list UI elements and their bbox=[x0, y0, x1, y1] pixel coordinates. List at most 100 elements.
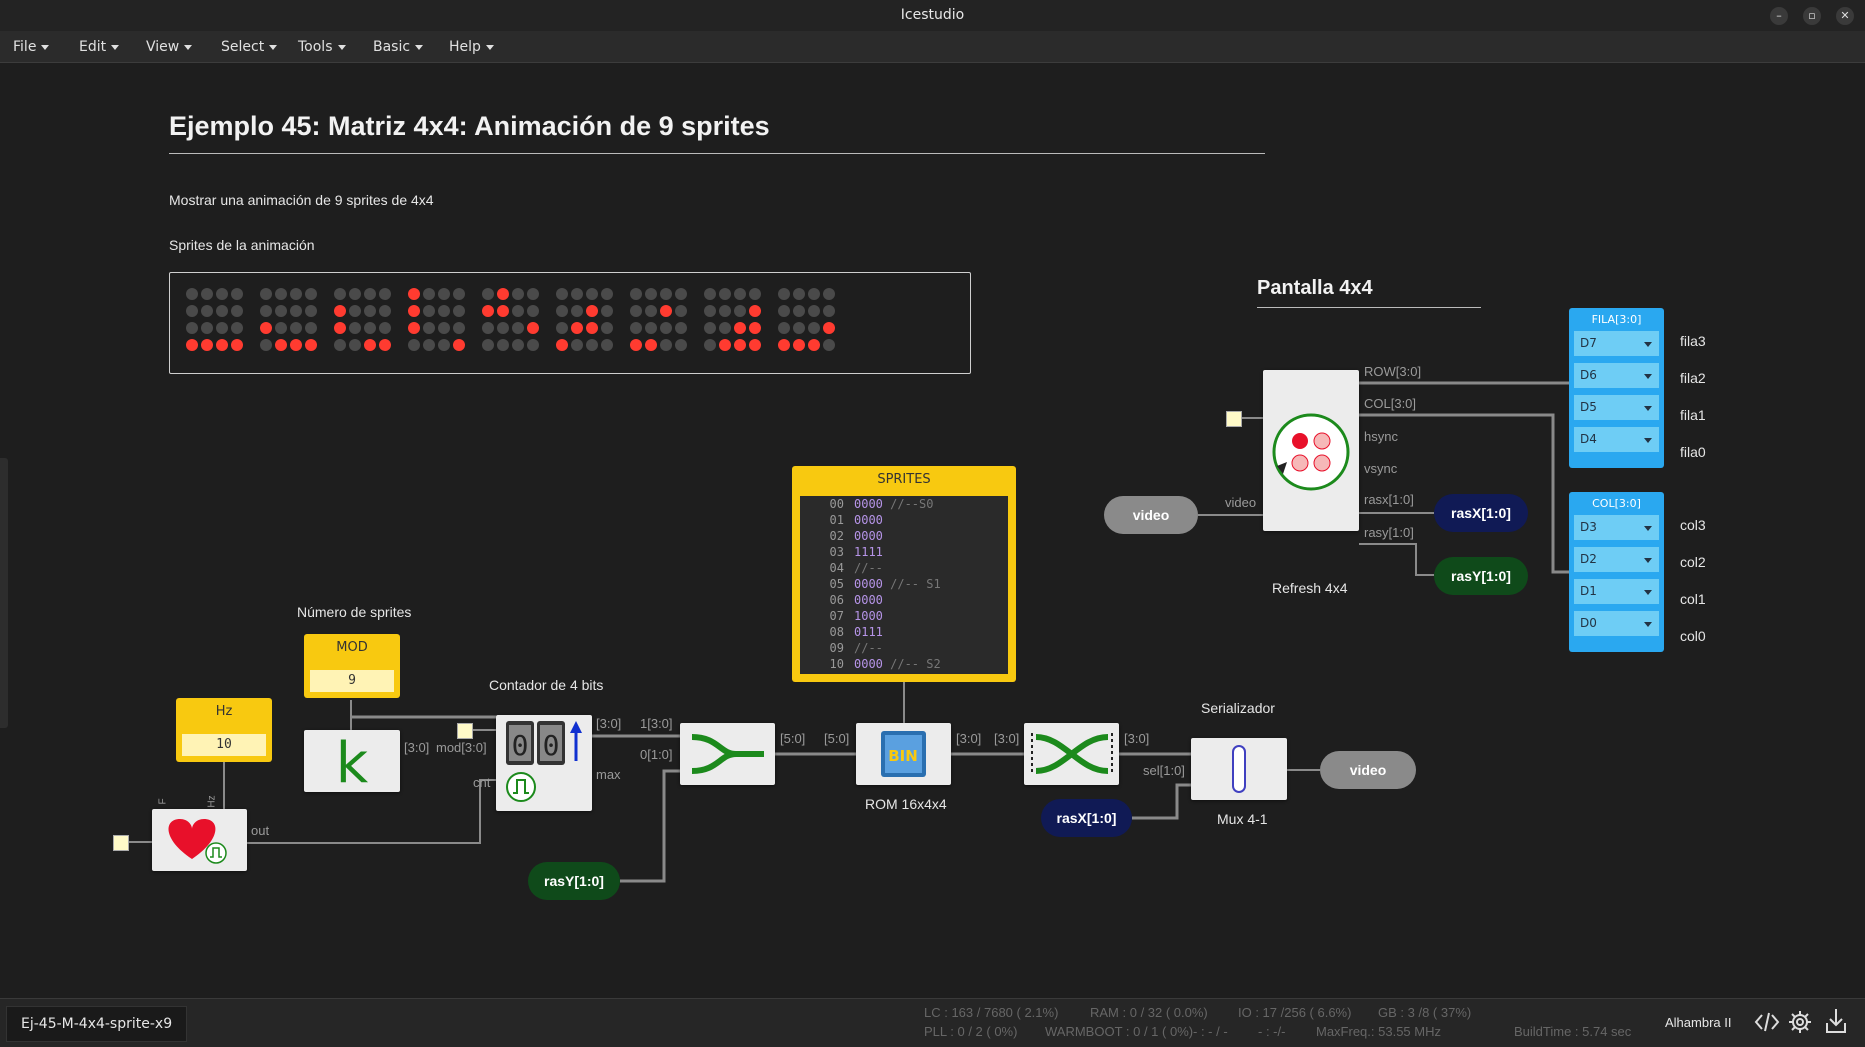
col-output-block[interactable]: COL[3:0] D3 D2 D1 D0 bbox=[1569, 492, 1664, 652]
sprite-3 bbox=[408, 288, 468, 358]
video-input-label[interactable]: video bbox=[1104, 496, 1198, 534]
fila-name-3: fila3 bbox=[1680, 333, 1706, 349]
rasy-output-label[interactable]: rasY[1:0] bbox=[1434, 557, 1528, 595]
mod-value[interactable]: 9 bbox=[310, 670, 394, 692]
refresh-input-pin[interactable] bbox=[1226, 411, 1242, 427]
memory-row: 05 0000 //-- S1 bbox=[829, 577, 941, 591]
upload-icon[interactable] bbox=[1824, 1007, 1848, 1035]
led bbox=[734, 322, 746, 334]
rasy-input-label[interactable]: rasY[1:0] bbox=[528, 862, 620, 900]
led bbox=[704, 288, 716, 300]
led bbox=[823, 339, 835, 351]
hz-value[interactable]: 10 bbox=[182, 734, 266, 756]
refresh-block[interactable] bbox=[1263, 370, 1359, 531]
led bbox=[749, 322, 761, 334]
menu-edit[interactable]: Edit bbox=[79, 39, 120, 55]
counter-input-pin[interactable] bbox=[457, 723, 473, 739]
led bbox=[601, 322, 613, 334]
maximize-icon[interactable]: ▫ bbox=[1803, 7, 1821, 25]
led bbox=[305, 339, 317, 351]
fila-output-block[interactable]: FILA[3:0] D7 D6 D5 D4 bbox=[1569, 308, 1664, 468]
heart-icon bbox=[168, 819, 227, 864]
memory-row: 10 0000 //-- S2 bbox=[829, 657, 941, 671]
heart-out-port: out bbox=[251, 823, 270, 838]
fila-pin-select-1[interactable]: D5 bbox=[1574, 395, 1659, 420]
minimize-icon[interactable]: – bbox=[1770, 7, 1788, 25]
led bbox=[231, 288, 243, 300]
led bbox=[778, 322, 790, 334]
bus-join-block[interactable] bbox=[680, 723, 775, 785]
led bbox=[216, 339, 228, 351]
led bbox=[808, 339, 820, 351]
col-pin-select-2[interactable]: D2 bbox=[1574, 547, 1659, 572]
col-pin-select-0[interactable]: D0 bbox=[1574, 611, 1659, 636]
join-out-port: [5:0] bbox=[780, 731, 806, 746]
screen-caption: Pantalla 4x4 bbox=[1257, 277, 1373, 299]
code-icon[interactable] bbox=[1754, 1011, 1780, 1033]
led bbox=[408, 322, 420, 334]
fila-pin-select-2[interactable]: D6 bbox=[1574, 363, 1659, 388]
led bbox=[231, 339, 243, 351]
mux-block[interactable] bbox=[1191, 738, 1287, 800]
menu-basic[interactable]: Basic bbox=[373, 39, 424, 55]
counter-out-port: [3:0] bbox=[596, 716, 622, 731]
led bbox=[749, 305, 761, 317]
rom-block[interactable]: BIN bbox=[856, 723, 951, 785]
file-tab[interactable]: Ej-45-M-4x4-sprite-x9 bbox=[6, 1006, 188, 1042]
memory-row: 02 0000 bbox=[829, 529, 883, 543]
led bbox=[675, 288, 687, 300]
led bbox=[512, 322, 524, 334]
counter-block[interactable]: 0 0 bbox=[496, 715, 592, 811]
status-pll: PLL : 0 / 2 ( 0%) bbox=[924, 1024, 1018, 1039]
board-name[interactable]: Alhambra II bbox=[1665, 1015, 1731, 1030]
led bbox=[808, 322, 820, 334]
rasx-input-label[interactable]: rasX[1:0] bbox=[1041, 799, 1132, 837]
hz-block[interactable]: Hz 10 bbox=[176, 698, 272, 762]
col-pin-select-3[interactable]: D3 bbox=[1574, 515, 1659, 540]
memory-row: 03 1111 bbox=[829, 545, 883, 559]
led bbox=[660, 305, 672, 317]
sprites-memory-block[interactable]: SPRITES 00 0000 //--S0 01 0000 02 0000 03 111… bbox=[792, 466, 1016, 682]
menu-select[interactable]: Select bbox=[221, 39, 278, 55]
clock-input-pin[interactable] bbox=[113, 835, 129, 851]
led bbox=[349, 288, 361, 300]
fila-pin-select-0[interactable]: D4 bbox=[1574, 427, 1659, 452]
led bbox=[482, 322, 494, 334]
constant-block[interactable]: k bbox=[304, 730, 400, 796]
menu-tools[interactable]: Tools bbox=[298, 39, 346, 55]
fila-name-1: fila1 bbox=[1680, 407, 1706, 423]
counter-cnt-port: cnt bbox=[473, 775, 491, 790]
led bbox=[334, 322, 346, 334]
close-icon[interactable]: ✕ bbox=[1836, 7, 1854, 25]
led bbox=[364, 305, 376, 317]
gear-icon[interactable] bbox=[1787, 1009, 1813, 1035]
menu-file[interactable]: File bbox=[13, 39, 50, 55]
rasx-output-label[interactable]: rasX[1:0] bbox=[1434, 494, 1528, 532]
bus-split-block[interactable] bbox=[1024, 723, 1119, 785]
led bbox=[438, 288, 450, 300]
design-canvas[interactable]: Ejemplo 45: Matriz 4x4: Animación de 9 s… bbox=[0, 63, 1865, 998]
refresh-caption: Refresh 4x4 bbox=[1272, 580, 1348, 596]
memory-row: 01 0000 bbox=[829, 513, 883, 527]
led bbox=[231, 322, 243, 334]
video-output-label[interactable]: video bbox=[1320, 751, 1416, 789]
memory-row: 06 0000 bbox=[829, 593, 883, 607]
sprite-7 bbox=[704, 288, 764, 358]
led bbox=[719, 322, 731, 334]
menu-view[interactable]: View bbox=[146, 39, 193, 55]
mod-caption: Número de sprites bbox=[297, 604, 412, 620]
sprites-memory-editor[interactable]: 00 0000 //--S0 01 0000 02 0000 03 1111 04//--… bbox=[800, 496, 1008, 674]
fila-pin-select-3[interactable]: D7 bbox=[1574, 331, 1659, 356]
led bbox=[349, 322, 361, 334]
sprite-6 bbox=[630, 288, 690, 358]
led bbox=[216, 322, 228, 334]
heartbeat-block[interactable] bbox=[152, 809, 247, 871]
menu-help[interactable]: Help bbox=[449, 39, 494, 55]
led bbox=[512, 339, 524, 351]
join-icon bbox=[691, 734, 764, 774]
svg-text:BIN: BIN bbox=[888, 747, 918, 765]
mod-block[interactable]: MOD 9 bbox=[304, 634, 400, 698]
col-pin-select-1[interactable]: D1 bbox=[1574, 579, 1659, 604]
status-gb: GB : 3 /8 ( 37%) bbox=[1378, 1005, 1472, 1020]
sprite-4 bbox=[482, 288, 542, 358]
